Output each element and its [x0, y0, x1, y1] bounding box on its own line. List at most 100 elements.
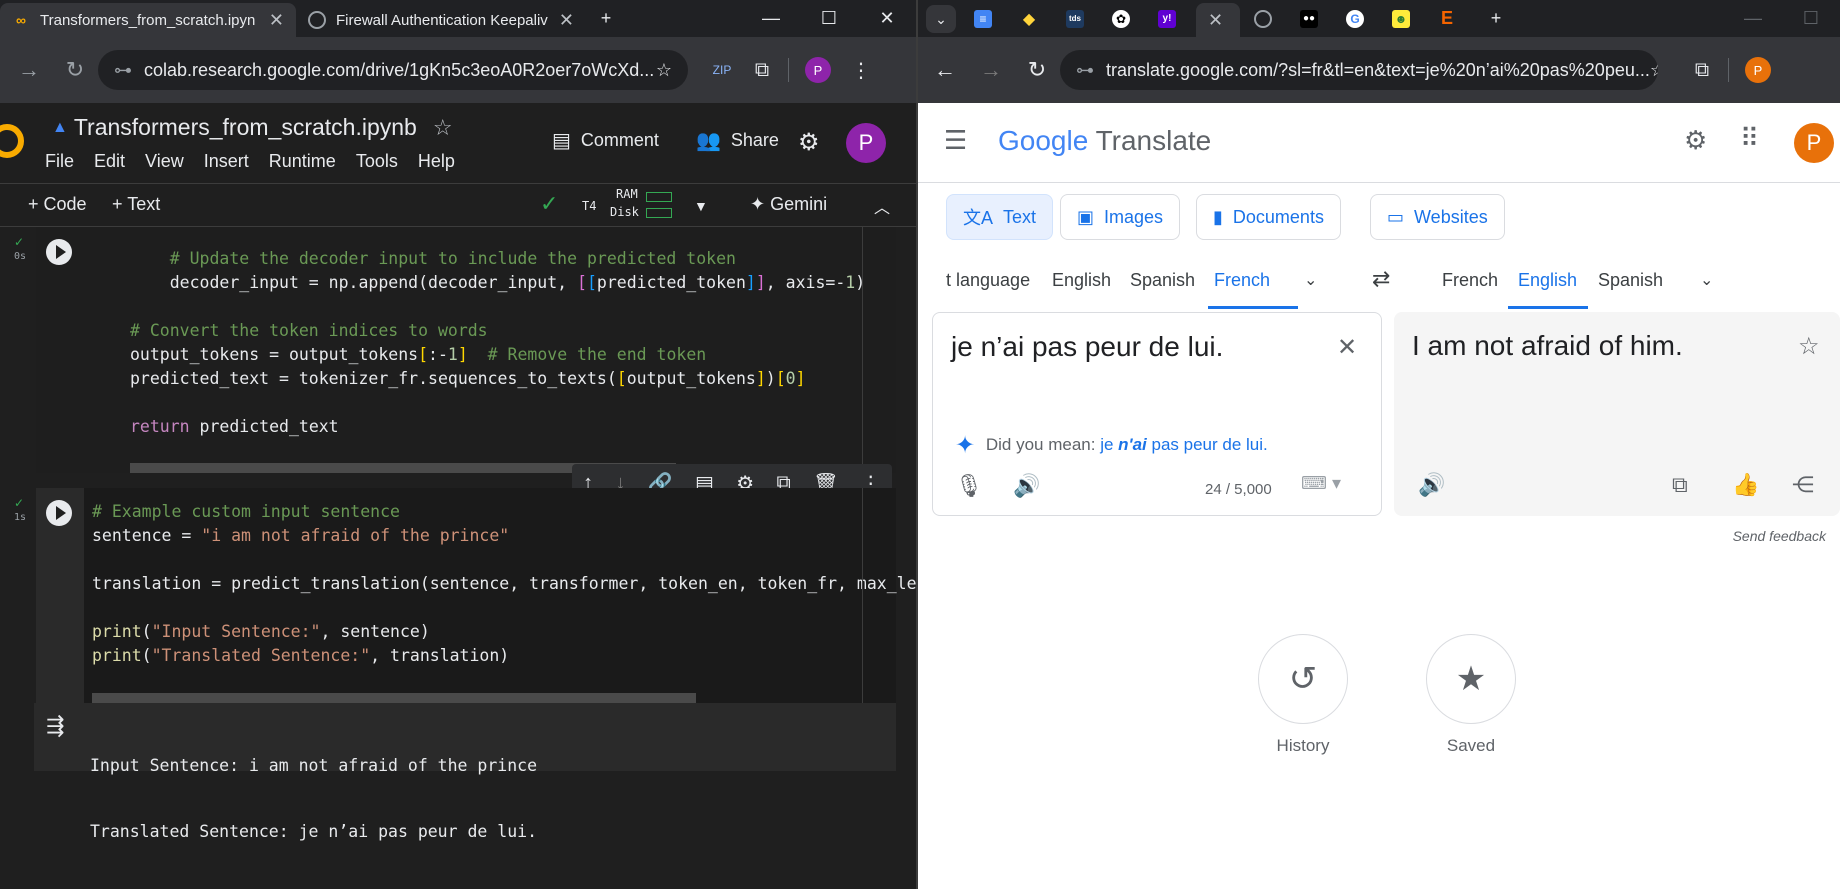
google-translate-logo[interactable]: Google Translate	[998, 125, 1211, 157]
code-cell-2[interactable]: # Example custom input sentence sentence…	[36, 488, 916, 703]
colab-profile-avatar[interactable]: P	[846, 123, 886, 163]
minimize-icon[interactable]: —	[1724, 8, 1782, 29]
target-lang-english[interactable]: English	[1518, 270, 1577, 291]
close-window-icon[interactable]: ✕	[858, 8, 916, 29]
minimize-icon[interactable]: —	[742, 8, 800, 29]
clear-text-icon[interactable]: ✕	[1337, 333, 1357, 362]
source-text-input[interactable]: je n’ai pas peur de lui.	[951, 331, 1223, 363]
bookmark-star-icon[interactable]: ☆	[656, 60, 672, 81]
back-icon[interactable]: ←	[922, 57, 968, 83]
target-lang-french[interactable]: French	[1442, 270, 1498, 291]
profile-avatar[interactable]: P	[805, 57, 831, 83]
medium-tab-icon[interactable]: ●●	[1300, 9, 1318, 28]
mode-images-button[interactable]: ▣ Images	[1060, 194, 1181, 240]
collapse-chevron-icon[interactable]: ︿	[874, 194, 890, 218]
output-toggle-icon[interactable]: ⇶	[46, 713, 64, 739]
save-star-icon[interactable]: ☆	[1798, 332, 1820, 361]
add-text-button[interactable]: + Text	[112, 194, 160, 215]
mode-websites-button[interactable]: ▭ Websites	[1370, 194, 1505, 240]
close-tab-icon[interactable]: ✕	[269, 10, 284, 31]
cell2-hscrollbar[interactable]	[92, 693, 696, 703]
menu-view[interactable]: View	[145, 151, 184, 172]
new-tab-button[interactable]: +	[1476, 8, 1516, 29]
zip-extension-icon[interactable]: ZIP	[702, 63, 742, 77]
forward-icon[interactable]: →	[968, 57, 1014, 83]
tab-colab[interactable]: ∞ Transformers_from_scratch.ipyn ✕	[0, 3, 296, 37]
address-input[interactable]: ⊶ colab.research.google.com/drive/1gKn5c…	[98, 50, 688, 90]
tab-google-translate[interactable]: ✕	[1196, 3, 1240, 37]
microphone-icon[interactable]: 🎙	[955, 473, 983, 499]
extensions-puzzle-icon[interactable]: ⧉	[1682, 59, 1722, 82]
source-lang-more-chevron-icon[interactable]: ⌄	[1304, 270, 1317, 290]
more-menu-icon[interactable]: ⋮	[841, 58, 881, 83]
mode-text-button[interactable]: 文A Text	[946, 194, 1054, 240]
apps-grid-icon[interactable]: ⠿	[1740, 123, 1759, 154]
hamburger-menu-icon[interactable]: ☰	[944, 125, 967, 156]
did-you-mean-suggestion[interactable]: je n'ai pas peur de lui.	[1100, 435, 1268, 454]
menu-help[interactable]: Help	[418, 151, 455, 172]
settings-gear-icon[interactable]: ⚙	[798, 128, 820, 157]
runtime-dropdown-icon[interactable]: ▼	[694, 198, 708, 214]
run-cell-button[interactable]	[46, 239, 72, 265]
chatgpt-tab-icon[interactable]: ✿	[1112, 9, 1130, 28]
rate-translation-icon[interactable]: 👍	[1732, 472, 1759, 498]
send-feedback-link[interactable]: Send feedback	[1733, 528, 1826, 544]
menu-tools[interactable]: Tools	[356, 151, 398, 172]
maximize-icon[interactable]: ☐	[1782, 8, 1840, 29]
python-tab-icon[interactable]: ◆	[1020, 10, 1038, 28]
profile-avatar[interactable]: P	[1745, 57, 1771, 83]
maximize-icon[interactable]: ☐	[800, 8, 858, 29]
code-cell-2-source[interactable]: # Example custom input sentence sentence…	[92, 500, 916, 668]
add-code-button[interactable]: + Code	[28, 194, 87, 215]
share-icon[interactable]: ⋲	[1792, 472, 1814, 498]
etsy-tab-icon[interactable]: E	[1438, 8, 1456, 28]
close-tab-icon[interactable]: ✕	[1208, 10, 1223, 31]
source-lang-french[interactable]: French	[1214, 270, 1270, 291]
speaker-icon[interactable]: 🔊	[1418, 472, 1445, 498]
tab-firewall[interactable]: Firewall Authentication Keepaliv ✕	[296, 3, 586, 37]
saved-button[interactable]: ★	[1426, 634, 1516, 724]
extensions-puzzle-icon[interactable]: ⧉	[742, 59, 782, 82]
menu-runtime[interactable]: Runtime	[269, 151, 336, 172]
target-lang-more-chevron-icon[interactable]: ⌄	[1700, 270, 1713, 290]
keyboard-icon[interactable]: ⌨ ▾	[1301, 473, 1341, 494]
notebook-title[interactable]: ▲ Transformers_from_scratch.ipynb ☆	[52, 114, 453, 141]
disk-indicator[interactable]: Disk	[610, 205, 639, 219]
yahoo-tab-icon[interactable]: y!	[1158, 9, 1176, 28]
source-lang-detect[interactable]: t language	[946, 270, 1030, 291]
star-icon[interactable]: ☆	[433, 115, 453, 141]
mode-documents-button[interactable]: ▮ Documents	[1196, 194, 1341, 240]
address-input[interactable]: ⊶ translate.google.com/?sl=fr&tl=en&text…	[1060, 50, 1658, 90]
forward-icon[interactable]: →	[6, 57, 52, 83]
speaker-icon[interactable]: 🔊	[1013, 473, 1040, 499]
site-info-icon[interactable]: ⊶	[1076, 60, 1094, 81]
reload-icon[interactable]: ↻	[1014, 57, 1060, 83]
source-lang-english[interactable]: English	[1052, 270, 1111, 291]
ram-indicator[interactable]: RAM	[616, 187, 638, 201]
tds-tab-icon[interactable]: tds	[1066, 9, 1084, 28]
share-button[interactable]: 👥 Share	[696, 128, 779, 153]
bookmark-star-icon[interactable]: ☆	[1650, 60, 1658, 81]
menu-insert[interactable]: Insert	[204, 151, 249, 172]
menu-file[interactable]: File	[45, 151, 74, 172]
globe-icon[interactable]	[1254, 9, 1272, 28]
smiley-tab-icon[interactable]: ☻	[1392, 9, 1410, 28]
code-cell-1[interactable]: # Update the decoder input to include th…	[36, 227, 896, 473]
code-cell-1-source[interactable]: # Update the decoder input to include th…	[130, 247, 865, 439]
settings-gear-icon[interactable]: ⚙	[1684, 125, 1707, 156]
reload-icon[interactable]: ↻	[52, 57, 98, 83]
translate-profile-avatar[interactable]: P	[1794, 123, 1834, 163]
site-info-icon[interactable]: ⊶	[114, 60, 132, 81]
history-button[interactable]: ↺	[1258, 634, 1348, 724]
target-lang-spanish[interactable]: Spanish	[1598, 270, 1663, 291]
run-cell-button[interactable]	[46, 500, 72, 526]
source-lang-spanish[interactable]: Spanish	[1130, 270, 1195, 291]
swap-languages-icon[interactable]: ⇄	[1372, 266, 1390, 292]
gemini-button[interactable]: ✦ Gemini	[750, 194, 827, 215]
comment-button[interactable]: ▤ Comment	[552, 128, 659, 153]
google-docs-tab-icon[interactable]: ≡	[974, 9, 992, 28]
google-tab-icon[interactable]: G	[1346, 9, 1364, 28]
menu-edit[interactable]: Edit	[94, 151, 125, 172]
tab-search-icon[interactable]: ⌄	[926, 4, 956, 33]
copy-icon[interactable]: ⧉	[1672, 472, 1688, 498]
